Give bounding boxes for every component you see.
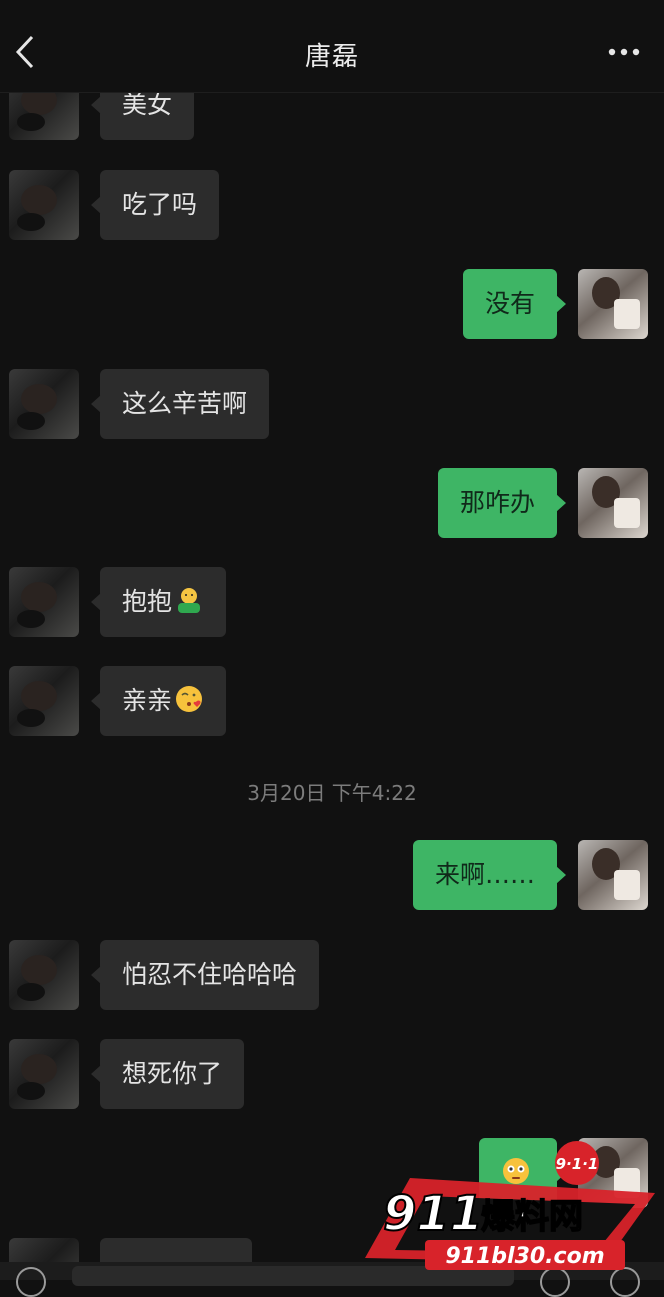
incoming-message[interactable]: 抱抱 xyxy=(90,567,227,637)
contact-avatar[interactable] xyxy=(9,940,79,1010)
incoming-message[interactable]: 这么辛苦啊 xyxy=(90,369,270,439)
message-text: 美女 xyxy=(122,90,173,119)
kiss-emoji xyxy=(176,686,203,712)
message-row: 怕忍不住哈哈哈 xyxy=(0,940,664,1010)
contact-avatar[interactable] xyxy=(9,170,79,240)
incoming-message[interactable]: 想死你了 xyxy=(90,1039,245,1109)
incoming-message[interactable]: 亲亲 xyxy=(90,666,227,736)
contact-avatar[interactable] xyxy=(9,1039,79,1109)
contact-avatar[interactable] xyxy=(9,567,79,637)
watermark-title: 爆料网 xyxy=(481,1197,583,1237)
message-text: 那咋办 xyxy=(459,488,535,517)
outgoing-message[interactable]: 来啊…… xyxy=(412,840,567,910)
chat-title: 唐磊 xyxy=(304,42,359,72)
message-text: 怕忍不住哈哈哈 xyxy=(122,960,298,989)
message-text: 抱抱 xyxy=(122,587,173,616)
message-row: 想死你了 xyxy=(0,1039,664,1109)
message-row: 来啊…… xyxy=(0,840,664,910)
watermark-badge: 9·1·1 xyxy=(556,1155,599,1173)
message-timestamp: 3月20日 下午4:22 xyxy=(247,781,417,805)
message-row: 这么辛苦啊 xyxy=(0,369,664,439)
message-text: 亲亲 xyxy=(122,686,173,715)
message-text: 这么辛苦啊 xyxy=(122,389,248,418)
hug-emoji xyxy=(178,588,201,613)
outgoing-message[interactable]: 没有 xyxy=(462,269,567,339)
message-row: 亲亲 xyxy=(0,666,664,736)
incoming-message[interactable]: 吃了吗 xyxy=(90,170,220,240)
message-text: 来啊…… xyxy=(434,860,535,889)
message-row: 吃了吗 xyxy=(0,170,664,240)
voice-icon[interactable] xyxy=(16,1267,46,1297)
contact-avatar[interactable] xyxy=(9,369,79,439)
user-avatar[interactable] xyxy=(578,840,648,910)
outgoing-message[interactable]: 那咋办 xyxy=(437,468,567,538)
message-row: 没有 xyxy=(0,269,664,339)
contact-avatar[interactable] xyxy=(9,1238,79,1262)
incoming-message[interactable]: 怕忍不住哈哈哈 xyxy=(90,940,320,1010)
watermark-logo: 9·1·1 911 爆料网 911bl30.com xyxy=(365,1141,655,1270)
message-text: 吃了吗 xyxy=(122,190,198,219)
contact-avatar[interactable] xyxy=(9,666,79,736)
user-avatar[interactable] xyxy=(578,468,648,538)
message-row: 那咋办 xyxy=(0,468,664,538)
user-avatar[interactable] xyxy=(578,269,648,339)
watermark-url: 911bl30.com xyxy=(445,1244,604,1269)
watermark-number: 911 xyxy=(383,1186,483,1242)
incoming-message[interactable] xyxy=(100,1238,252,1262)
chat-header: 唐磊 xyxy=(0,0,664,93)
message-text: 没有 xyxy=(484,289,535,318)
message-text: 想死你了 xyxy=(122,1059,223,1088)
message-row: 抱抱 xyxy=(0,567,664,637)
more-dots-icon[interactable] xyxy=(606,40,642,64)
